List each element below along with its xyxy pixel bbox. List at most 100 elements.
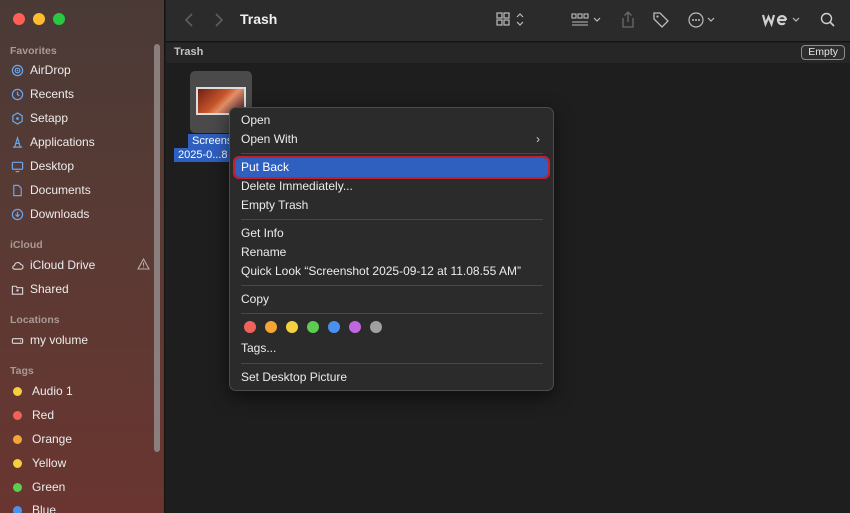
search-icon: [820, 12, 835, 27]
menu-item-put-back[interactable]: Put Back: [233, 156, 550, 179]
forward-button[interactable]: [214, 12, 224, 28]
sidebar-tag-audio-1[interactable]: Audio 1: [10, 380, 150, 402]
sidebar-item-label: AirDrop: [30, 63, 71, 77]
window-title: Trash: [240, 11, 278, 27]
menu-item-quick-look[interactable]: Quick Look “Screenshot 2025-09-12 at 11.…: [235, 262, 548, 281]
sidebar-item-airdrop[interactable]: AirDrop: [10, 59, 150, 81]
sidebar-tag-red[interactable]: Red: [10, 404, 150, 426]
blue-tag-dot-icon: [13, 505, 22, 513]
menu-item-open[interactable]: Open: [235, 111, 548, 130]
empty-trash-button[interactable]: Empty: [801, 45, 845, 60]
sidebar-item-label: Shared: [30, 282, 69, 296]
menu-item-copy[interactable]: Copy: [235, 290, 548, 309]
chevron-right-icon: [215, 13, 224, 27]
green-tag-swatch[interactable]: [307, 321, 319, 333]
menu-item-empty-trash[interactable]: Empty Trash: [235, 196, 548, 215]
orange-tag-swatch[interactable]: [265, 321, 277, 333]
desktop-icon: [10, 159, 24, 173]
menu-item-open-with[interactable]: Open With ›: [235, 130, 548, 149]
gray-tag-swatch[interactable]: [370, 321, 382, 333]
document-icon: [10, 183, 24, 197]
menu-separator: [241, 153, 543, 154]
sidebar-tag-green[interactable]: Green: [10, 476, 150, 498]
tag-button[interactable]: [652, 10, 670, 30]
sidebar-item-label: Downloads: [30, 207, 90, 221]
menu-item-rename[interactable]: Rename: [235, 243, 548, 262]
download-icon: [10, 207, 24, 221]
sidebar-item-label: Red: [32, 408, 55, 422]
sidebar-item-label: Yellow: [32, 456, 67, 470]
sidebar-item-label: Applications: [30, 135, 95, 149]
sidebar-section-icloud: iCloud: [10, 239, 43, 251]
sidebar-item-label: Blue: [32, 503, 57, 513]
file-name-line-2[interactable]: 2025-0...8: [174, 148, 232, 162]
sidebar-section-tags: Tags: [10, 365, 34, 377]
sidebar-item-applications[interactable]: Applications: [10, 131, 150, 153]
menu-separator: [241, 219, 543, 220]
sidebar-item-label: Green: [32, 480, 66, 494]
applications-icon: [10, 135, 24, 149]
sidebar-tag-yellow[interactable]: Yellow: [10, 452, 150, 474]
minimize-window-button[interactable]: [33, 13, 45, 25]
yellow-tag-dot-icon: [13, 386, 22, 396]
sidebar-item-icloud-drive[interactable]: iCloud Drive: [10, 254, 150, 276]
group-by-button[interactable]: [571, 10, 603, 30]
sidebar-item-label: iCloud Drive: [30, 258, 96, 272]
sidebar-item-documents[interactable]: Documents: [10, 179, 150, 201]
sidebar-item-label: Audio 1: [32, 384, 73, 398]
back-button[interactable]: [184, 12, 194, 28]
sidebar-section-favorites: Favorites: [10, 45, 57, 57]
sidebar-item-recents[interactable]: Recents: [10, 83, 150, 105]
menu-item-tags[interactable]: Tags...: [235, 339, 548, 358]
shared-folder-icon: [10, 282, 24, 296]
toolbar: Trash: [166, 0, 850, 42]
yellow-tag-dot-icon: [13, 458, 22, 468]
sidebar-item-label: Orange: [32, 432, 73, 446]
path-bar-label: Trash: [174, 46, 204, 58]
red-tag-dot-icon: [13, 410, 22, 420]
view-mode-button[interactable]: [496, 10, 526, 30]
sidebar-item-label: Recents: [30, 87, 75, 101]
sidebar-item-desktop[interactable]: Desktop: [10, 155, 150, 177]
window-controls: [13, 13, 65, 25]
share-icon: [622, 11, 634, 28]
menu-item-set-desktop-picture[interactable]: Set Desktop Picture: [235, 368, 548, 387]
sidebar-tag-orange[interactable]: Orange: [10, 428, 150, 450]
zoom-window-button[interactable]: [53, 13, 65, 25]
ellipsis-circle-icon: [688, 12, 715, 28]
cloud-icon: [10, 258, 24, 272]
setapp-icon: [10, 111, 24, 125]
sidebar-tag-blue[interactable]: Blue: [10, 499, 150, 513]
search-button[interactable]: [820, 10, 836, 30]
sidebar-item-label: my volume: [30, 333, 89, 347]
sidebar-item-my-volume[interactable]: my volume: [10, 329, 150, 351]
chevron-left-icon: [184, 13, 193, 27]
icon-grid-view-icon: [496, 12, 524, 26]
airdrop-icon: [10, 63, 24, 77]
sidebar-item-setapp[interactable]: Setapp: [10, 107, 150, 129]
menu-item-get-info[interactable]: Get Info: [235, 224, 548, 243]
sidebar-item-shared[interactable]: Shared: [10, 278, 150, 300]
action-menu-button[interactable]: [687, 10, 719, 30]
menu-item-delete-immediately[interactable]: Delete Immediately...: [235, 177, 548, 196]
path-bar: Trash Empty: [166, 43, 850, 63]
sidebar-scrollbar[interactable]: [154, 44, 160, 452]
group-icon: [571, 13, 601, 26]
warning-icon[interactable]: [137, 257, 150, 273]
red-tag-swatch[interactable]: [244, 321, 256, 333]
orange-tag-dot-icon: [13, 434, 22, 444]
menu-separator: [241, 313, 543, 314]
wetransfer-extension-button[interactable]: [762, 10, 804, 30]
clock-icon: [10, 87, 24, 101]
sidebar: Favorites AirDrop Recents Setapp Applica…: [0, 0, 165, 513]
drive-icon: [10, 333, 24, 347]
sidebar-item-label: Documents: [30, 183, 91, 197]
purple-tag-swatch[interactable]: [349, 321, 361, 333]
green-tag-dot-icon: [13, 482, 22, 492]
sidebar-item-downloads[interactable]: Downloads: [10, 203, 150, 225]
blue-tag-swatch[interactable]: [328, 321, 340, 333]
close-window-button[interactable]: [13, 13, 25, 25]
yellow-tag-swatch[interactable]: [286, 321, 298, 333]
share-button[interactable]: [620, 10, 636, 30]
context-menu: Open Open With › Put Back Delete Immedia…: [229, 107, 554, 391]
